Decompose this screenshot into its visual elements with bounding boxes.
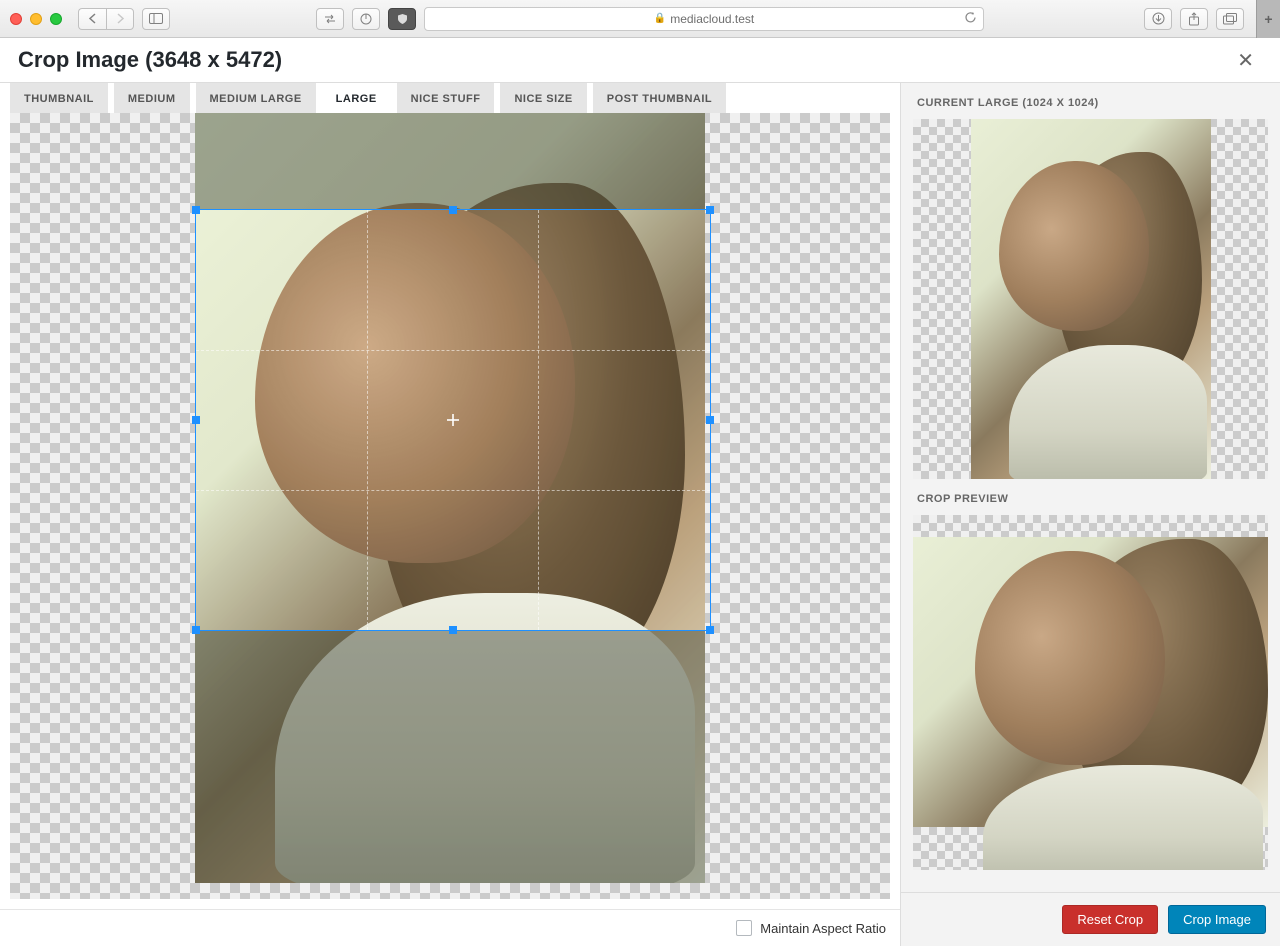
shield-icon	[397, 13, 408, 25]
power-icon	[360, 13, 372, 25]
shield-button[interactable]	[388, 8, 416, 30]
sidebar-toggle-button[interactable]	[142, 8, 170, 30]
crop-handle-bottom-left[interactable]	[192, 626, 200, 634]
tab-nice-size[interactable]: NICE SIZE	[500, 83, 586, 113]
crop-options-footer: Maintain Aspect Ratio	[0, 909, 900, 946]
tab-post-thumbnail[interactable]: POST THUMBNAIL	[593, 83, 726, 113]
download-icon	[1152, 12, 1165, 25]
crop-handle-top-left[interactable]	[192, 206, 200, 214]
crop-selection[interactable]	[195, 209, 711, 631]
crop-handle-middle-left[interactable]	[192, 416, 200, 424]
url-host-text: mediacloud.test	[670, 12, 754, 26]
crop-handle-bottom-middle[interactable]	[449, 626, 457, 634]
chevron-left-icon	[88, 13, 97, 24]
swap-icon	[323, 13, 337, 25]
power-button[interactable]	[352, 8, 380, 30]
tab-large[interactable]: LARGE	[322, 83, 391, 113]
share-button[interactable]	[1180, 8, 1208, 30]
close-icon: ✕	[1237, 50, 1254, 72]
preview-panel: CURRENT LARGE (1024 X 1024) CROP PREVIEW…	[900, 83, 1280, 946]
downloads-button[interactable]	[1144, 8, 1172, 30]
crop-handle-bottom-right[interactable]	[706, 626, 714, 634]
crop-panel: THUMBNAIL MEDIUM MEDIUM LARGE LARGE NICE…	[0, 83, 900, 946]
aspect-ratio-checkbox[interactable]	[736, 920, 752, 936]
new-tab-button[interactable]: +	[1256, 0, 1280, 38]
crop-handle-top-middle[interactable]	[449, 206, 457, 214]
reset-crop-button[interactable]: Reset Crop	[1062, 905, 1158, 934]
preview-footer: Reset Crop Crop Image	[901, 892, 1280, 946]
modal-header: Crop Image (3648 x 5472) ✕	[0, 38, 1280, 83]
current-large-heading: CURRENT LARGE (1024 X 1024)	[901, 83, 1280, 119]
window-controls	[10, 13, 62, 25]
forward-button[interactable]	[106, 8, 134, 30]
browser-chrome: 🔒 mediacloud.test +	[0, 0, 1280, 38]
privacy-report-button[interactable]	[316, 8, 344, 30]
sidebar-icon	[149, 13, 163, 24]
lock-icon: 🔒	[654, 13, 666, 24]
close-button[interactable]: ✕	[1229, 44, 1262, 77]
crop-handle-top-right[interactable]	[706, 206, 714, 214]
minimize-window-button[interactable]	[30, 13, 42, 25]
back-button[interactable]	[78, 8, 106, 30]
refresh-icon[interactable]	[964, 11, 977, 27]
current-large-preview	[913, 119, 1268, 479]
crop-preview-heading: CROP PREVIEW	[901, 479, 1280, 515]
nav-back-forward	[78, 8, 134, 30]
aspect-ratio-label: Maintain Aspect Ratio	[760, 921, 886, 936]
tabs-icon	[1223, 13, 1237, 25]
current-large-image	[971, 119, 1211, 479]
crop-image-button[interactable]: Crop Image	[1168, 905, 1266, 934]
tabs-button[interactable]	[1216, 8, 1244, 30]
page-title: Crop Image (3648 x 5472)	[18, 47, 282, 73]
maximize-window-button[interactable]	[50, 13, 62, 25]
tab-medium-large[interactable]: MEDIUM LARGE	[196, 83, 316, 113]
close-window-button[interactable]	[10, 13, 22, 25]
tab-medium[interactable]: MEDIUM	[114, 83, 190, 113]
share-icon	[1188, 12, 1200, 26]
crop-canvas[interactable]	[10, 113, 890, 899]
tab-nice-stuff[interactable]: NICE STUFF	[397, 83, 495, 113]
crop-preview-image	[913, 537, 1268, 827]
url-bar[interactable]: 🔒 mediacloud.test	[424, 7, 984, 31]
chevron-right-icon	[116, 13, 125, 24]
crop-handle-middle-right[interactable]	[706, 416, 714, 424]
crop-preview	[913, 515, 1268, 870]
crop-center-cross	[447, 414, 459, 426]
size-tabs: THUMBNAIL MEDIUM MEDIUM LARGE LARGE NICE…	[0, 83, 900, 113]
tab-thumbnail[interactable]: THUMBNAIL	[10, 83, 108, 113]
